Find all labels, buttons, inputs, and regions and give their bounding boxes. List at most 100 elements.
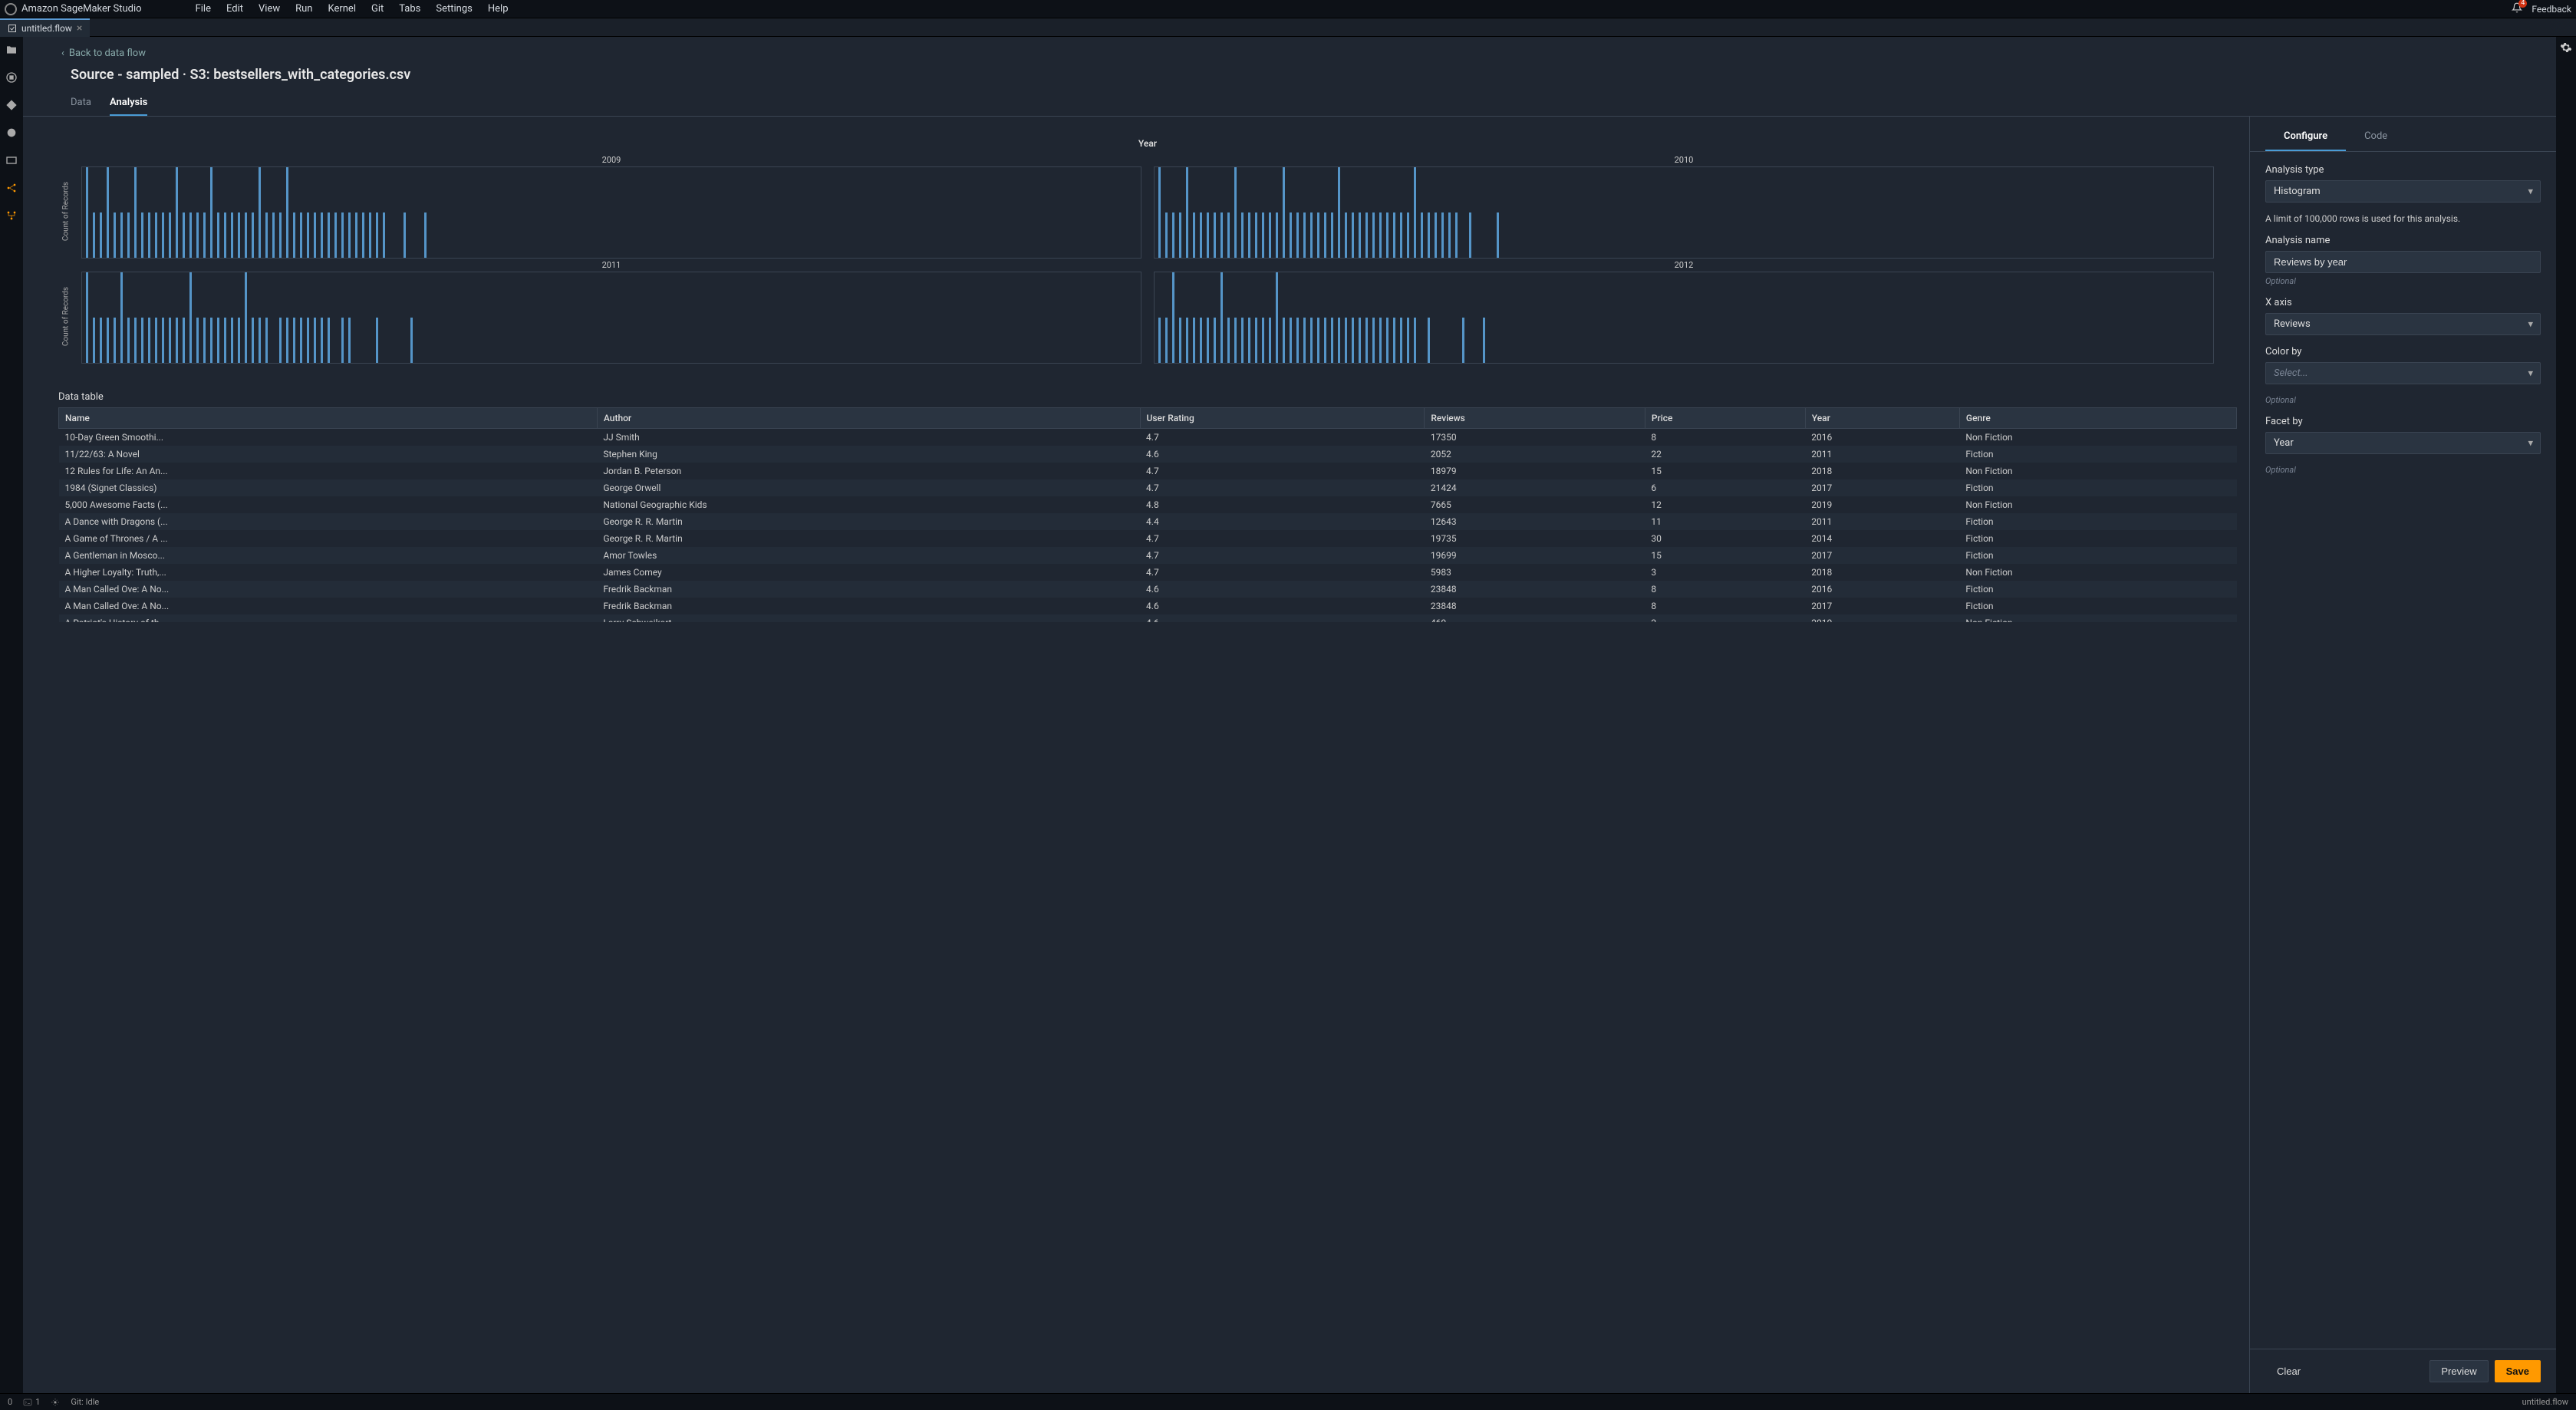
table-row[interactable]: A Patriot's History of th...Larry Schwei… xyxy=(59,614,2237,622)
facet-label: 2012 xyxy=(1154,260,2214,270)
table-row[interactable]: 5,000 Awesome Facts (...National Geograp… xyxy=(59,496,2237,513)
save-button[interactable]: Save xyxy=(2495,1360,2541,1382)
commands-icon[interactable] xyxy=(5,126,18,140)
analysis-name-input[interactable] xyxy=(2265,251,2541,273)
menu-settings[interactable]: Settings xyxy=(428,3,479,15)
tab-data[interactable]: Data xyxy=(71,97,91,116)
folder-icon[interactable] xyxy=(5,43,18,57)
status-item-1[interactable]: 0 xyxy=(8,1397,12,1407)
table-cell: Non Fiction xyxy=(1959,429,2236,446)
git-icon[interactable] xyxy=(5,98,18,112)
table-cell: 2016 xyxy=(1805,581,1959,598)
app-logo-icon xyxy=(5,3,17,15)
analysis-type-label: Analysis type xyxy=(2265,164,2541,176)
menu-run[interactable]: Run xyxy=(288,3,320,15)
view-tabs: Data Analysis xyxy=(23,83,2556,117)
status-gear-icon[interactable] xyxy=(51,1398,60,1407)
table-cell: 8 xyxy=(1645,598,1805,614)
facetby-select[interactable]: Year xyxy=(2265,432,2541,454)
table-row[interactable]: 10-Day Green Smoothi...JJ Smith4.7173508… xyxy=(59,429,2237,446)
table-row[interactable]: A Gentleman in Mosco...Amor Towles4.7196… xyxy=(59,547,2237,564)
menu-tabs[interactable]: Tabs xyxy=(391,3,428,15)
facet-plot: 2.01.51.00.50.0 xyxy=(81,166,1141,259)
right-rail xyxy=(2556,37,2576,1393)
column-header[interactable]: Year xyxy=(1805,408,1959,429)
column-header[interactable]: Author xyxy=(597,408,1140,429)
table-cell: 4.6 xyxy=(1140,598,1425,614)
table-cell: 4.8 xyxy=(1140,496,1425,513)
table-cell: A Dance with Dragons (... xyxy=(59,513,598,530)
column-header[interactable]: Name xyxy=(59,408,598,429)
column-header[interactable]: User Rating xyxy=(1140,408,1425,429)
table-row[interactable]: A Man Called Ove: A No...Fredrik Backman… xyxy=(59,598,2237,614)
components-icon[interactable] xyxy=(5,181,18,195)
tab-analysis[interactable]: Analysis xyxy=(110,97,147,116)
table-row[interactable]: A Game of Thrones / A ...George R. R. Ma… xyxy=(59,530,2237,547)
running-icon[interactable] xyxy=(5,71,18,84)
table-cell: Fredrik Backman xyxy=(597,581,1140,598)
menu-view[interactable]: View xyxy=(251,3,288,15)
status-terminal-icon[interactable]: 1 xyxy=(23,1397,40,1407)
table-cell: 4.7 xyxy=(1140,463,1425,479)
menu-git[interactable]: Git xyxy=(364,3,391,15)
table-cell: 4.7 xyxy=(1140,479,1425,496)
table-row[interactable]: A Dance with Dragons (...George R. R. Ma… xyxy=(59,513,2237,530)
xaxis-label: X axis xyxy=(2265,297,2541,308)
table-cell: 30 xyxy=(1645,530,1805,547)
table-cell: 2018 xyxy=(1805,463,1959,479)
gear-icon[interactable] xyxy=(2560,41,2572,54)
clear-button[interactable]: Clear xyxy=(2265,1360,2312,1382)
app-title: Amazon SageMaker Studio xyxy=(21,3,142,15)
table-cell: 2052 xyxy=(1425,446,1645,463)
column-header[interactable]: Reviews xyxy=(1425,408,1645,429)
tabs-icon[interactable] xyxy=(5,153,18,167)
preview-button[interactable]: Preview xyxy=(2429,1360,2488,1382)
table-cell: 8 xyxy=(1645,581,1805,598)
menu-edit[interactable]: Edit xyxy=(219,3,251,15)
facet-2012: 2012 xyxy=(1154,260,2214,364)
table-row[interactable]: A Man Called Ove: A No...Fredrik Backman… xyxy=(59,581,2237,598)
analysis-type-select[interactable]: Histogram xyxy=(2265,180,2541,203)
close-tab-icon[interactable]: × xyxy=(77,22,82,35)
file-tab[interactable]: untitled.flow × xyxy=(0,18,90,37)
table-cell: 15 xyxy=(1645,547,1805,564)
configure-tab[interactable]: Configure xyxy=(2265,130,2346,151)
notification-bell-icon[interactable]: 4 xyxy=(2512,2,2522,16)
table-cell: 7665 xyxy=(1425,496,1645,513)
table-row[interactable]: 12 Rules for Life: An An...Jordan B. Pet… xyxy=(59,463,2237,479)
menu-file[interactable]: File xyxy=(188,3,219,15)
back-to-data-flow-link[interactable]: ‹ Back to data flow xyxy=(23,37,2556,59)
table-cell: George Orwell xyxy=(597,479,1140,496)
table-cell: Larry Schweikart xyxy=(597,614,1140,622)
table-cell: A Game of Thrones / A ... xyxy=(59,530,598,547)
table-cell: Fiction xyxy=(1959,513,2236,530)
table-cell: Jordan B. Peterson xyxy=(597,463,1140,479)
facet-plot: 2.01.51.00.50.0 xyxy=(81,272,1141,364)
table-cell: 8 xyxy=(1645,429,1805,446)
table-cell: 4.7 xyxy=(1140,530,1425,547)
y-axis-label: Count of Records xyxy=(62,286,71,345)
xaxis-select[interactable]: Reviews xyxy=(2265,313,2541,335)
facetby-label: Facet by xyxy=(2265,416,2541,427)
table-cell: 21424 xyxy=(1425,479,1645,496)
table-row[interactable]: A Higher Loyalty: Truth,...James Comey4.… xyxy=(59,564,2237,581)
colorby-select[interactable]: Select... xyxy=(2265,362,2541,384)
file-tab-label: untitled.flow xyxy=(21,23,72,34)
data-table[interactable]: NameAuthorUser RatingReviewsPriceYearGen… xyxy=(58,407,2237,622)
column-header[interactable]: Genre xyxy=(1959,408,2236,429)
table-cell: 19735 xyxy=(1425,530,1645,547)
table-row[interactable]: 11/22/63: A NovelStephen King4.620522220… xyxy=(59,446,2237,463)
menu-help[interactable]: Help xyxy=(480,3,516,15)
menu-kernel[interactable]: Kernel xyxy=(320,3,364,15)
code-tab[interactable]: Code xyxy=(2346,130,2406,151)
table-cell: 4.6 xyxy=(1140,581,1425,598)
table-row[interactable]: 1984 (Signet Classics)George Orwell4.721… xyxy=(59,479,2237,496)
status-git[interactable]: Git: Idle xyxy=(71,1397,99,1407)
table-cell: 12643 xyxy=(1425,513,1645,530)
notification-badge: 4 xyxy=(2518,0,2527,8)
column-header[interactable]: Price xyxy=(1645,408,1805,429)
endpoints-icon[interactable] xyxy=(5,209,18,222)
table-cell: 4.7 xyxy=(1140,564,1425,581)
table-cell: 2019 xyxy=(1805,496,1959,513)
feedback-link[interactable]: Feedback xyxy=(2532,4,2571,15)
